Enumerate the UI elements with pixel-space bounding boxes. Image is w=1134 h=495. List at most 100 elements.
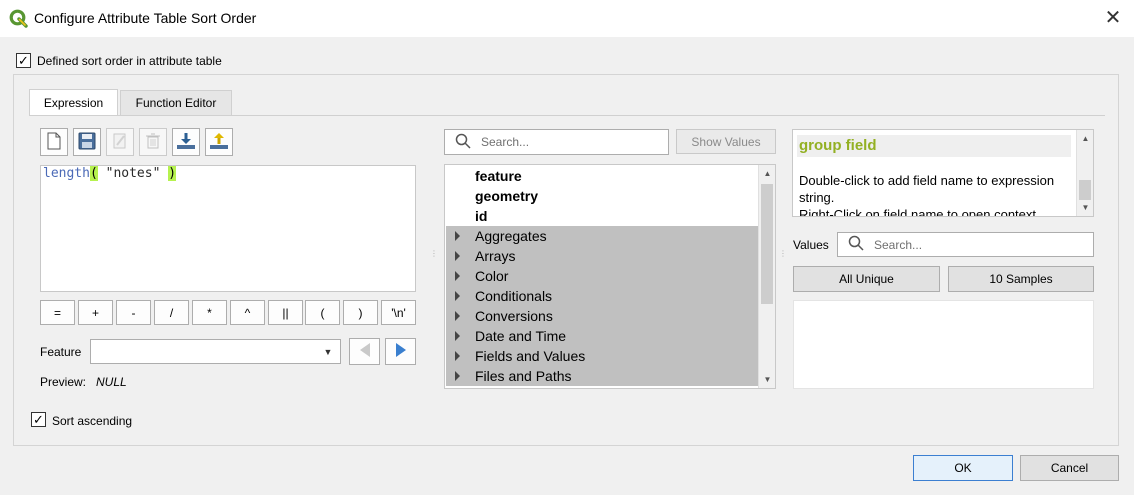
- next-feature-button[interactable]: [385, 338, 416, 365]
- tree-item-label: id: [475, 208, 488, 224]
- show-values-button[interactable]: Show Values: [676, 129, 776, 154]
- tree-group-label: Files and Paths: [475, 368, 572, 384]
- search-icon: [848, 235, 866, 254]
- preview-value: NULL: [96, 375, 127, 389]
- delete-button[interactable]: [139, 128, 167, 156]
- expand-arrow-icon[interactable]: [455, 251, 460, 261]
- help-title: group field: [797, 135, 1071, 157]
- tree-group-label: Arrays: [475, 248, 516, 264]
- ten-samples-button[interactable]: 10 Samples: [948, 266, 1094, 292]
- operator-minus-button[interactable]: -: [116, 300, 151, 325]
- help-line-2: Right-Click on field name to open contex…: [799, 207, 1037, 217]
- new-file-button[interactable]: [40, 128, 68, 156]
- operator-divide-button[interactable]: /: [154, 300, 189, 325]
- new-file-icon: [47, 132, 61, 153]
- export-icon: [209, 132, 229, 153]
- search-icon: [455, 133, 473, 152]
- export-button[interactable]: [205, 128, 233, 156]
- operator-multiply-button[interactable]: *: [192, 300, 227, 325]
- expand-arrow-icon[interactable]: [455, 371, 460, 381]
- expand-arrow-icon[interactable]: [455, 311, 460, 321]
- function-tree-scrollbar[interactable]: ▲ ▼: [758, 165, 775, 388]
- operator-equals-button[interactable]: =: [40, 300, 75, 325]
- help-scrollbar[interactable]: ▲ ▼: [1076, 130, 1093, 216]
- expand-arrow-icon[interactable]: [455, 331, 460, 341]
- tree-item-label: feature: [475, 168, 522, 184]
- cancel-button[interactable]: Cancel: [1020, 455, 1119, 481]
- operator-power-button[interactable]: ^: [230, 300, 265, 325]
- expression-function-token: length: [43, 166, 90, 181]
- tree-group-label: Conversions: [475, 308, 553, 324]
- feature-label: Feature: [40, 345, 82, 359]
- scroll-down-icon[interactable]: ▼: [759, 371, 775, 388]
- values-search-placeholder: Search...: [874, 237, 923, 252]
- scrollbar-thumb[interactable]: [761, 184, 773, 304]
- tree-group-fields-and-values[interactable]: Fields and Values: [446, 346, 759, 366]
- values-label: Values: [793, 238, 829, 252]
- scrollbar-thumb[interactable]: [1079, 180, 1091, 200]
- sort-ascending-checkbox[interactable]: ✓: [31, 412, 46, 427]
- function-tree[interactable]: feature geometry id Aggregates Arrays Co…: [444, 164, 776, 389]
- tab-expression[interactable]: Expression: [29, 89, 118, 116]
- import-icon: [176, 132, 196, 153]
- tree-group-label: Color: [475, 268, 509, 284]
- save-button[interactable]: [73, 128, 101, 156]
- tree-group-arrays[interactable]: Arrays: [446, 246, 759, 266]
- edit-button[interactable]: [106, 128, 134, 156]
- scroll-down-icon[interactable]: ▼: [1077, 199, 1093, 216]
- splitter-handle-left[interactable]: ⋮: [430, 250, 438, 258]
- tab-function-editor[interactable]: Function Editor: [120, 90, 232, 116]
- triangle-right-icon: [394, 342, 408, 361]
- triangle-left-icon: [358, 342, 372, 361]
- import-button[interactable]: [172, 128, 200, 156]
- chevron-down-icon[interactable]: ▼: [316, 340, 340, 363]
- tree-group-color[interactable]: Color: [446, 266, 759, 286]
- function-search-placeholder: Search...: [481, 135, 530, 149]
- help-body: Double-click to add field name to expres…: [799, 172, 1071, 217]
- tab-pane-border: [29, 115, 1105, 116]
- operator-open-paren-button[interactable]: (: [305, 300, 340, 325]
- expression-argument-token: "notes": [97, 166, 169, 181]
- splitter-handle-right[interactable]: ⋮: [779, 250, 787, 258]
- operator-plus-button[interactable]: +: [78, 300, 113, 325]
- scroll-up-icon[interactable]: ▲: [759, 165, 775, 182]
- expand-arrow-icon[interactable]: [455, 271, 460, 281]
- tree-group-label: Fields and Values: [475, 348, 586, 364]
- expand-arrow-icon[interactable]: [455, 231, 460, 241]
- delete-icon: [145, 132, 161, 153]
- scroll-up-icon[interactable]: ▲: [1077, 130, 1093, 147]
- values-list[interactable]: [793, 300, 1094, 389]
- defined-sort-order-label: Defined sort order in attribute table: [37, 54, 222, 68]
- tree-group-label: Aggregates: [475, 228, 547, 244]
- tree-group-label: Date and Time: [475, 328, 567, 344]
- function-search-input[interactable]: Search...: [444, 129, 669, 155]
- tree-group-aggregates[interactable]: Aggregates: [446, 226, 759, 246]
- save-icon: [78, 132, 96, 153]
- tree-group-conditionals[interactable]: Conditionals: [446, 286, 759, 306]
- help-line-1: Double-click to add field name to expres…: [799, 173, 1055, 205]
- expression-close-paren: ): [168, 166, 177, 181]
- tree-group-date-and-time[interactable]: Date and Time: [446, 326, 759, 346]
- operator-newline-button[interactable]: '\n': [381, 300, 416, 325]
- expand-arrow-icon[interactable]: [455, 351, 460, 361]
- operator-concat-button[interactable]: ||: [268, 300, 303, 325]
- previous-feature-button[interactable]: [349, 338, 380, 365]
- tree-group-files-and-paths[interactable]: Files and Paths: [446, 366, 759, 386]
- window-title: Configure Attribute Table Sort Order: [34, 10, 257, 26]
- operator-close-paren-button[interactable]: ): [343, 300, 378, 325]
- sort-ascending-label: Sort ascending: [52, 414, 133, 428]
- help-panel: group field Double-click to add field na…: [792, 129, 1094, 217]
- tree-group-conversions[interactable]: Conversions: [446, 306, 759, 326]
- edit-icon: [112, 132, 128, 153]
- values-search-input[interactable]: Search...: [837, 232, 1094, 257]
- expression-open-paren: (: [89, 166, 98, 181]
- preview-label: Preview:: [40, 375, 87, 389]
- all-unique-button[interactable]: All Unique: [793, 266, 940, 292]
- expression-editor[interactable]: length( "notes" ): [40, 165, 416, 292]
- close-icon[interactable]: ✕: [1100, 4, 1126, 30]
- expand-arrow-icon[interactable]: [455, 291, 460, 301]
- feature-combobox[interactable]: ▼: [90, 339, 341, 364]
- tree-item-label: geometry: [475, 188, 539, 204]
- defined-sort-order-checkbox[interactable]: ✓: [16, 53, 31, 68]
- ok-button[interactable]: OK: [913, 455, 1013, 481]
